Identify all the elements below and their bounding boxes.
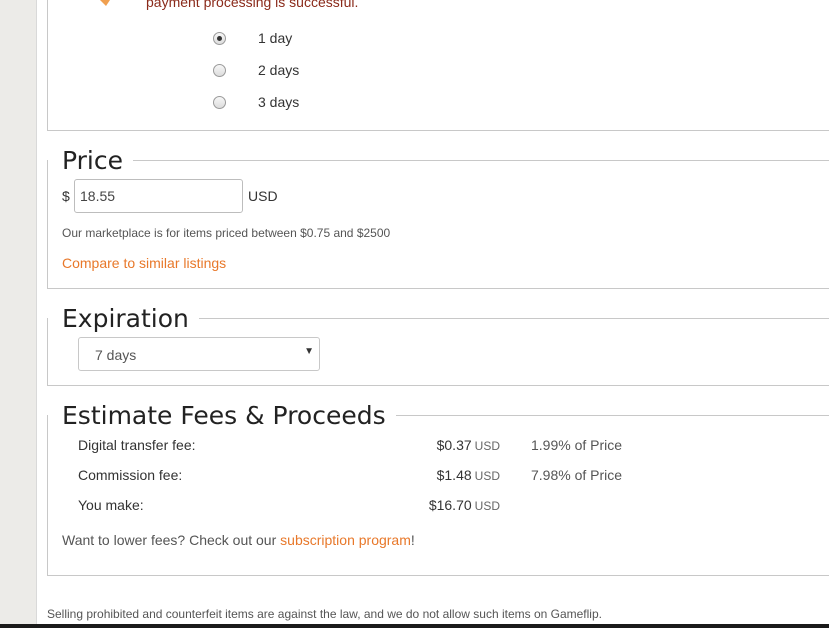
fee-amount-transfer: $0.37 USD (437, 437, 500, 453)
chevron-down-icon: ▼ (304, 346, 314, 357)
fee-currency: USD (474, 499, 500, 513)
price-title: Price (56, 146, 133, 176)
delivery-section (47, 0, 829, 131)
fees-cta-suffix: ! (410, 532, 415, 548)
fee-currency: USD (474, 439, 500, 453)
fee-label-transfer: Digital transfer fee: (78, 437, 196, 453)
radio-label: 2 days (258, 62, 300, 78)
fee-amount-value: $1.48 (436, 467, 472, 483)
expiration-title: Expiration (56, 304, 199, 334)
fee-currency: USD (474, 469, 500, 483)
delivery-option-2-days[interactable]: 2 days (213, 60, 299, 80)
bottom-bar (0, 624, 829, 628)
subscription-program-link[interactable]: subscription program (280, 532, 411, 548)
fee-percent-transfer: 1.99% of Price (531, 437, 623, 453)
price-currency-label: USD (248, 188, 278, 204)
expiration-select[interactable]: 7 days ▼ (78, 337, 320, 371)
price-input[interactable] (74, 179, 243, 213)
price-range-hint: Our marketplace is for items priced betw… (62, 226, 391, 240)
price-currency-symbol: $ (62, 188, 70, 204)
fee-amount-proceeds: $16.70 USD (429, 497, 500, 513)
expiration-legend-line (190, 318, 829, 319)
radio-button[interactable] (213, 95, 226, 109)
fee-amount-commission: $1.48 USD (437, 467, 500, 483)
fee-label-commission: Commission fee: (78, 467, 183, 483)
compare-listings-link[interactable]: Compare to similar listings (62, 255, 226, 271)
fees-cta: Want to lower fees? Check out our subscr… (62, 532, 415, 548)
delivery-option-3-days[interactable]: 3 days (213, 92, 299, 112)
page-gutter (0, 0, 36, 628)
page-gutter-edge (36, 0, 37, 628)
fees-title: Estimate Fees & Proceeds (56, 401, 396, 431)
delivery-option-1-day[interactable]: 1 day (213, 28, 292, 48)
prohibited-items-note: Selling prohibited and counterfeit items… (47, 607, 602, 621)
fee-amount-value: $16.70 (428, 497, 472, 513)
fees-cta-prefix: Want to lower fees? Check out our (62, 532, 281, 548)
fee-label-proceeds: You make: (78, 497, 144, 513)
radio-button[interactable] (213, 63, 226, 77)
warning-icon (100, 0, 110, 6)
radio-label: 1 day (258, 30, 293, 46)
expiration-select-value: 7 days (95, 347, 137, 363)
delivery-notice-text: payment processing is successful. (146, 0, 359, 10)
fee-amount-value: $0.37 (436, 437, 472, 453)
fees-legend-line (372, 415, 829, 416)
radio-label: 3 days (258, 94, 300, 110)
fee-percent-commission: 7.98% of Price (531, 467, 623, 483)
radio-button[interactable] (213, 31, 226, 45)
price-legend-line (130, 160, 829, 161)
